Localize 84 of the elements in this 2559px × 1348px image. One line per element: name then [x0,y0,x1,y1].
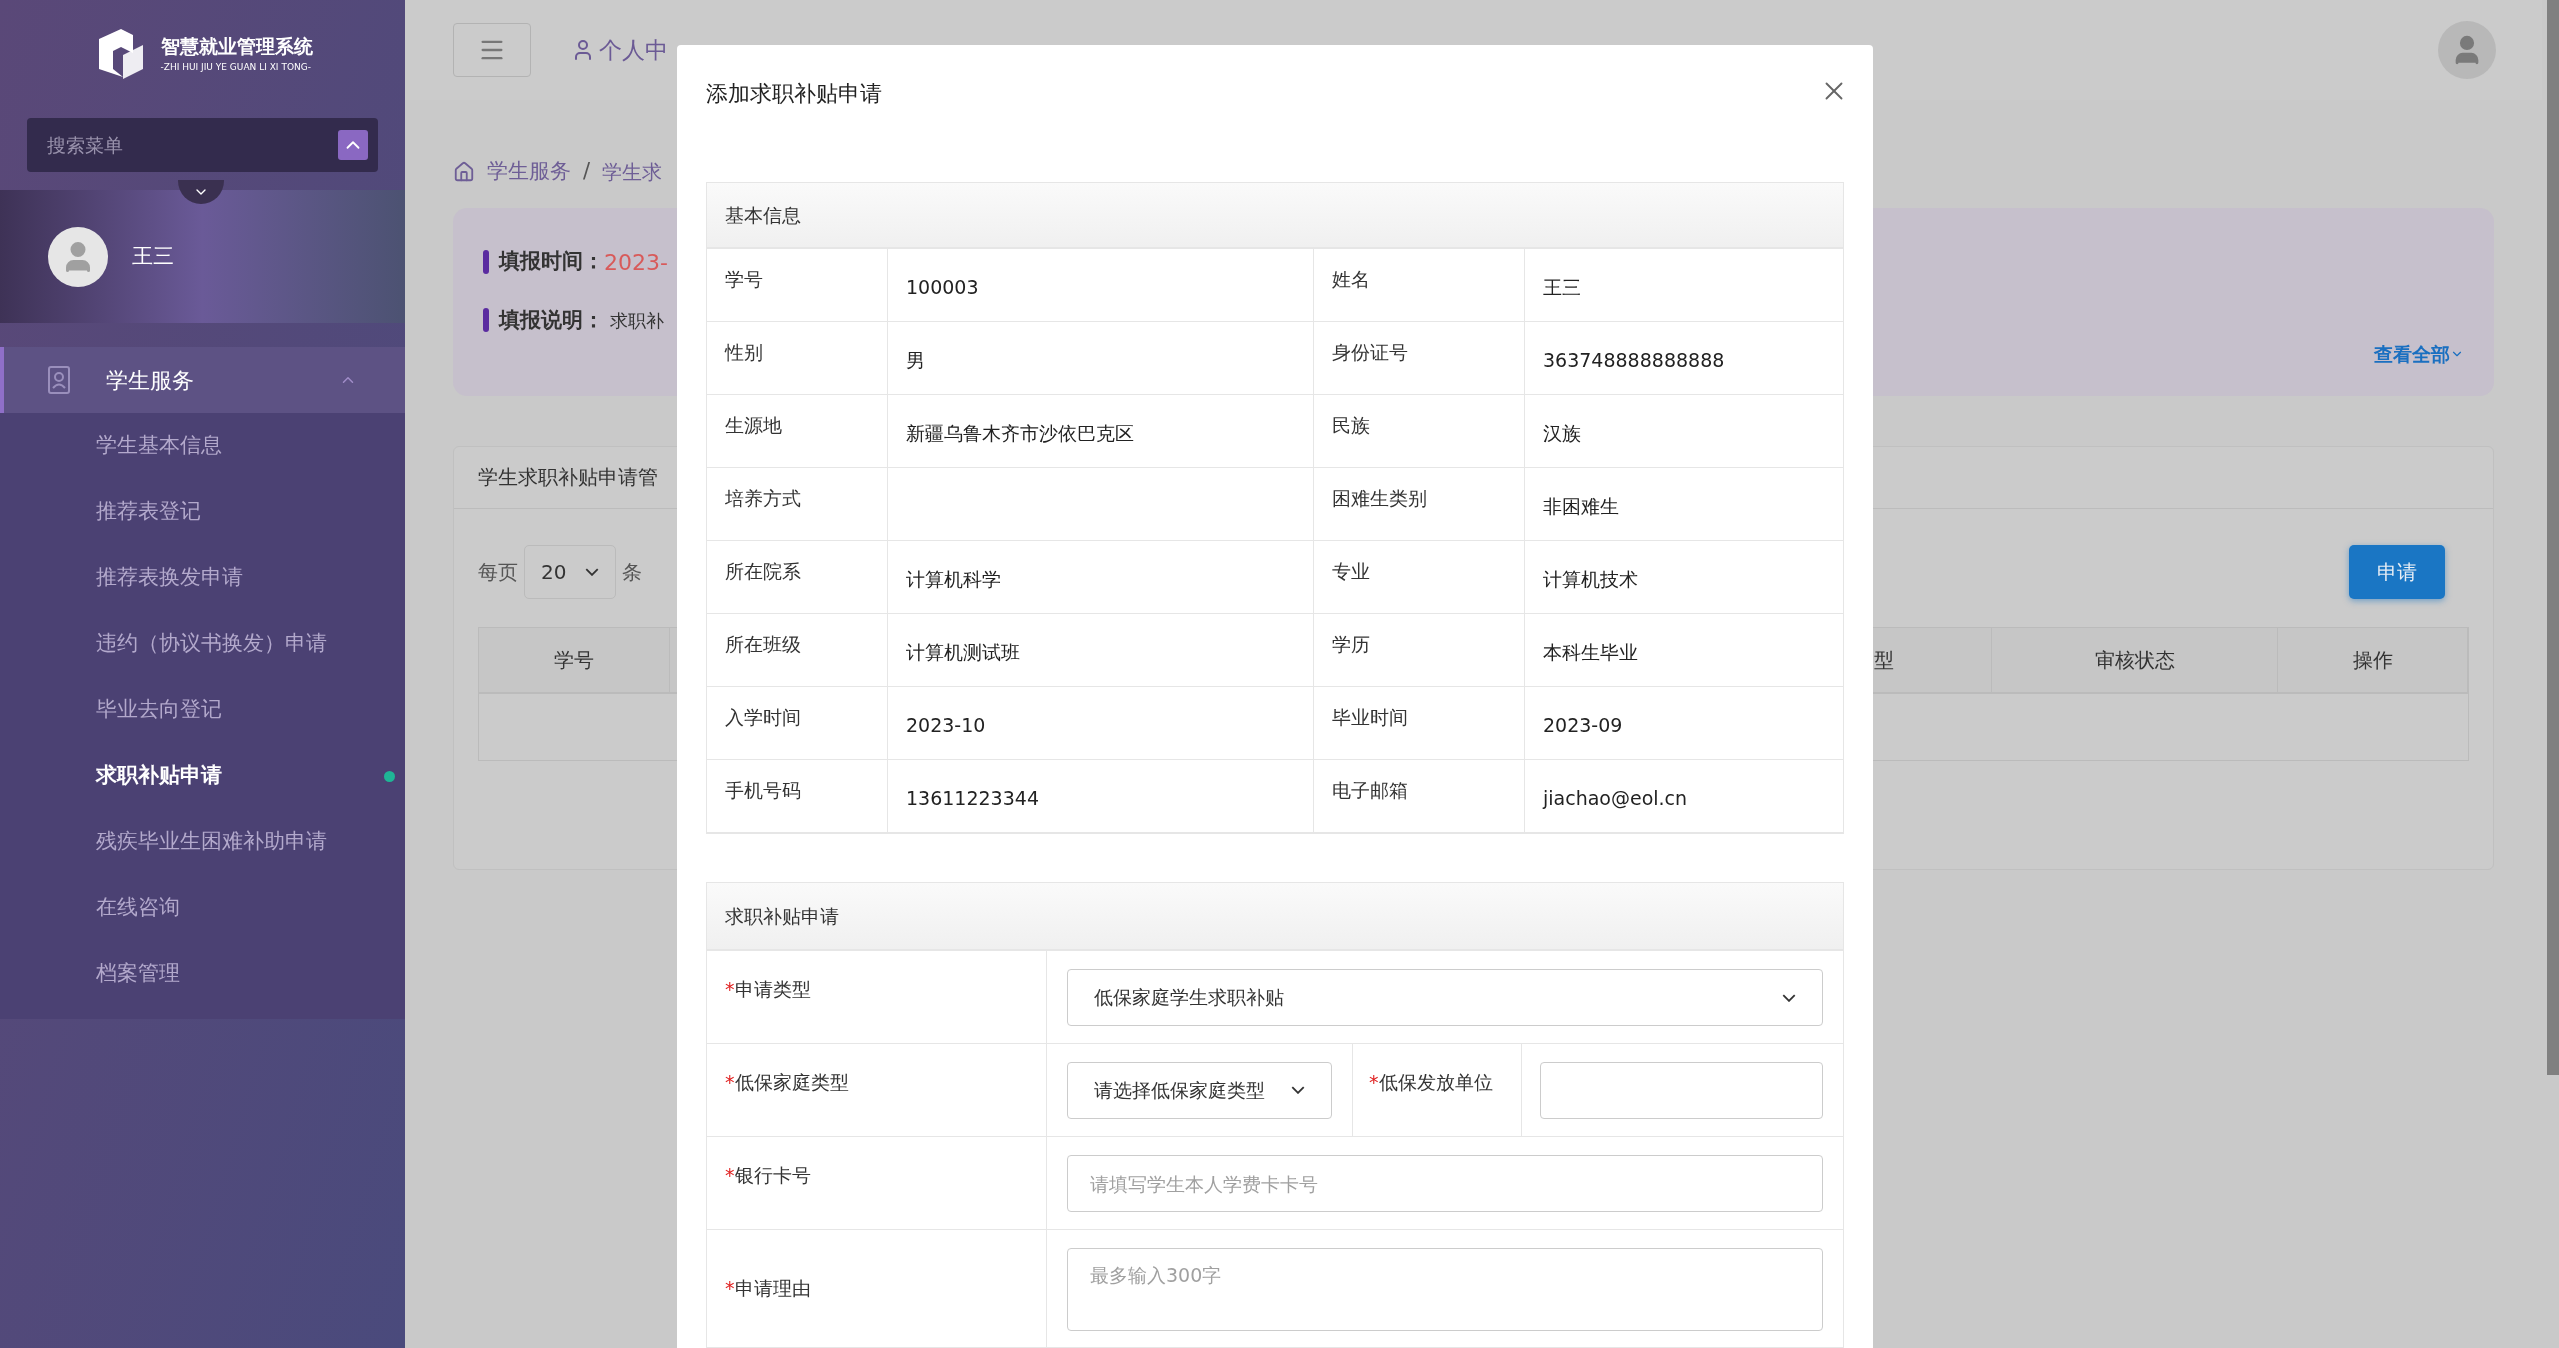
field-label: 所在院系 [725,560,801,582]
field-value: 100003 [906,276,979,298]
field-label: *银行卡号 [725,1164,811,1186]
column-header: 审核状态 [1992,627,2278,694]
menu-item[interactable]: 违约（协议书换发）申请 [0,611,405,677]
menu-item[interactable]: 推荐表登记 [0,479,405,545]
field-label: *低保家庭类型 [725,1071,849,1093]
section-title: 求职补贴申请 [725,903,839,929]
field-label: *申请理由 [725,1277,811,1299]
menu-item[interactable]: 毕业去向登记 [0,677,405,743]
menu-item[interactable]: 在线咨询 [0,875,405,941]
field-value: 13611223344 [906,787,1039,809]
chevron-down-icon [1291,1086,1305,1094]
field-label: 困难生类别 [1332,487,1427,509]
chevron-down-icon [1782,993,1796,1002]
field-label: 毕业时间 [1332,706,1408,728]
page-size-select[interactable]: 20 [524,544,616,599]
panel-title: 学生求职补贴申请管 [478,464,658,491]
reason-field[interactable]: 最多输入300字 [1067,1248,1823,1331]
notice-value: 2023- [604,248,668,277]
menu-item[interactable]: 推荐表换发申请 [0,545,405,611]
field-label: 所在班级 [725,633,801,655]
expand-toggle[interactable] [178,180,224,204]
field-label: 入学时间 [725,706,801,728]
notice-label: 填报说明： [499,306,604,334]
issuing-unit-field[interactable] [1540,1061,1823,1119]
field-value: 王三 [1543,276,1581,298]
dialog-title: 添加求职补贴申请 [706,80,882,108]
menu-item[interactable]: 档案管理 [0,941,405,1007]
menu-item[interactable]: 学生基本信息 [0,413,405,479]
breadcrumb-link[interactable]: 学生服务 [487,156,571,188]
field-value: jiachao@eol.cn [1543,787,1688,809]
accent-bar [483,250,489,274]
menu-item[interactable]: 残疾毕业生困难补助申请 [0,809,405,875]
menu-group[interactable]: 学生服务 [0,347,405,413]
menu-button[interactable] [453,23,531,77]
contact-card-icon [48,366,70,394]
field-value: 新疆乌鲁木齐市沙依巴克区 [906,422,1134,444]
field-label: 学历 [1332,633,1370,655]
field-value: 本科生毕业 [1543,641,1638,663]
field-value: 计算机技术 [1543,568,1638,590]
field-label: 学号 [725,268,763,290]
field-value: 2023-10 [906,714,986,736]
field-value: 计算机科学 [906,568,1001,590]
bank-card-field[interactable]: 请填写学生本人学费卡卡号 [1067,1155,1823,1212]
field-value: 男 [906,349,925,371]
menu-item[interactable]: 求职补贴申请 [0,743,405,809]
page-size-suffix: 条 [622,558,642,586]
field-label: 专业 [1332,560,1370,582]
chevron-down-icon [585,567,599,576]
accent-bar [483,308,489,333]
type-select[interactable]: 低保家庭学生求职补贴 [1067,969,1823,1026]
logo-title: 智慧就业管理系统 [160,34,313,59]
nav-tab[interactable]: 个人中 [571,32,668,68]
field-label: 姓名 [1332,268,1370,290]
column-header: 操作 [2278,627,2468,694]
breadcrumb-separator: / [583,158,591,185]
field-label: 身份证号 [1332,341,1408,363]
field-label: *申请类型 [725,978,811,1000]
field-value: 非困难生 [1543,495,1619,517]
field-label: 生源地 [725,414,782,436]
logo-subtitle: -ZHI HUI JIU YE GUAN LI XI TONG- [160,60,312,74]
notice-value: 求职补 [610,308,664,333]
field-value: 计算机测试班 [906,641,1020,663]
family-type-select[interactable]: 请选择低保家庭类型 [1067,1061,1332,1119]
field-label: 电子邮箱 [1332,779,1408,801]
column-header: 学号 [479,627,670,694]
notice-label: 填报时间： [499,248,604,276]
page-size-prefix: 每页 [478,558,518,586]
section-title: 基本信息 [725,202,801,228]
view-all-link[interactable]: 查看全部 [2374,340,2464,369]
collapse-button[interactable] [338,130,368,160]
apply-button[interactable]: 申请 [2349,544,2445,599]
home-icon[interactable] [453,160,475,183]
field-label: 手机号码 [725,779,801,801]
field-label: 性别 [725,341,763,363]
field-value: 汉族 [1543,422,1581,444]
field-label: 培养方式 [725,487,801,509]
field-label: 民族 [1332,414,1370,436]
field-value: 363748888888888 [1543,349,1725,371]
user-name: 王三 [132,242,174,270]
field-label: *低保发放单位 [1369,1070,1493,1095]
breadcrumb-current: 学生求 [602,158,663,186]
field-value: 2023-09 [1543,714,1623,736]
